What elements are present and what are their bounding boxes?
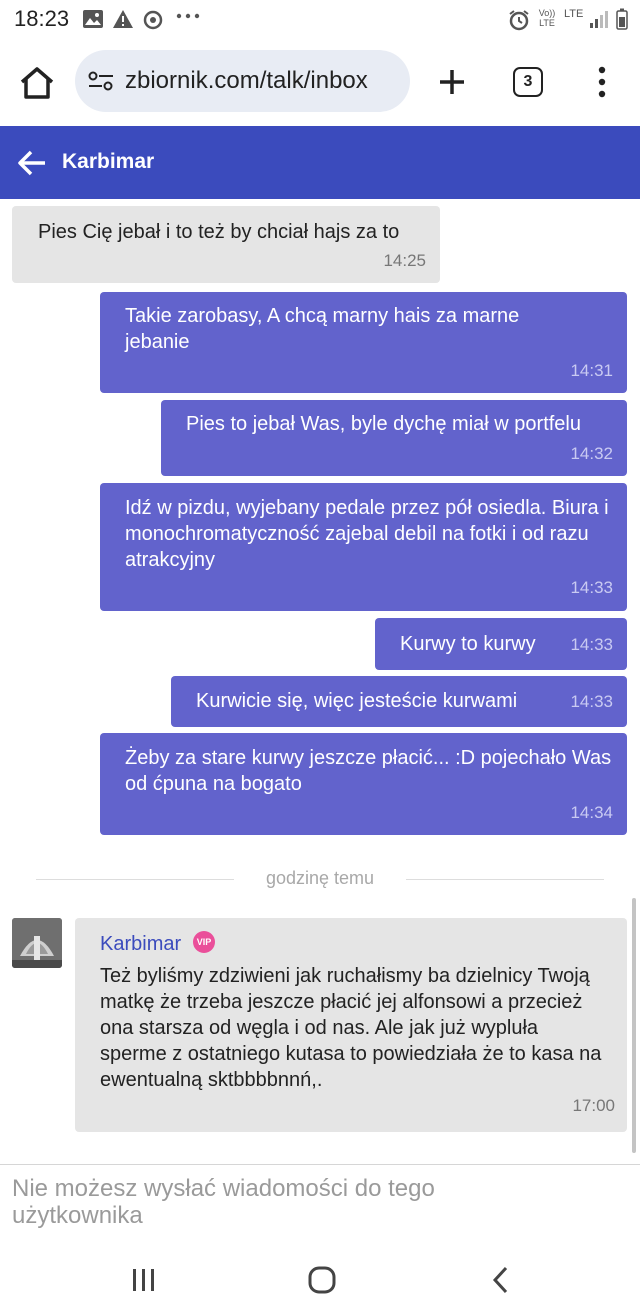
message-time: 14:31 xyxy=(570,361,613,380)
signal-icon xyxy=(588,9,610,34)
message-time: 14:33 xyxy=(570,692,613,711)
message-text: Żeby za stare kurwy jeszcze płacić... :D… xyxy=(125,747,612,795)
message-outgoing: Kurwy to kurwy 14:33 xyxy=(375,618,627,670)
message-text: Pies to jebał Was, byle dychę miał w por… xyxy=(186,413,581,435)
message-text: Idź w pizdu, wyjebany pedale przez pół o… xyxy=(125,497,609,571)
battery-icon xyxy=(616,8,628,35)
back-arrow-icon[interactable] xyxy=(16,147,48,179)
recents-icon[interactable] xyxy=(124,1264,164,1296)
incoming-message-card: Karbimar VIP Też byliśmy zdziwieni jak r… xyxy=(75,918,627,1132)
system-nav-bar xyxy=(0,1250,640,1316)
chat-title: Karbimar xyxy=(62,150,155,173)
plus-icon[interactable] xyxy=(432,62,472,102)
message-outgoing: Kurwicie się, więc jesteście kurwami 14:… xyxy=(171,676,627,727)
divider-line xyxy=(36,879,234,880)
divider-line xyxy=(406,879,604,880)
status-time: 18:23 xyxy=(14,6,70,31)
chat-header: Karbimar xyxy=(0,126,640,199)
more-dots-icon xyxy=(176,6,200,31)
message-time: 14:33 xyxy=(570,635,613,654)
message-time: 14:34 xyxy=(570,803,613,822)
message-text: Pies Cię jebał i to też by chciał hajs z… xyxy=(38,221,400,243)
message-time: 14:32 xyxy=(570,444,613,463)
home-icon[interactable] xyxy=(16,62,58,104)
composer-divider xyxy=(0,1164,640,1165)
message-outgoing: Pies to jebał Was, byle dychę miał w por… xyxy=(161,400,627,476)
composer-disabled-notice: Nie możesz wysłać wiadomości do tego uży… xyxy=(12,1175,435,1229)
vip-badge: VIP xyxy=(193,931,215,953)
message-text: Kurwicie się, więc jesteście kurwami xyxy=(196,690,518,712)
message-text: Takie zarobasy, A chcą marny hais za mar… xyxy=(125,305,520,353)
message-time: 14:25 xyxy=(383,251,426,270)
image-icon xyxy=(82,9,104,34)
message-outgoing: Takie zarobasy, A chcą marny hais za mar… xyxy=(100,292,627,393)
message-outgoing: Idź w pizdu, wyjebany pedale przez pół o… xyxy=(100,483,627,611)
message-text: Kurwy to kurwy xyxy=(400,633,536,655)
volte-indicator: Vo)) LTE xyxy=(538,8,556,28)
home-circle-icon[interactable] xyxy=(302,1264,342,1296)
lte-indicator: LTE xyxy=(564,8,584,20)
message-text: Też byliśmy zdziwieni jak ruchałismy ba … xyxy=(100,965,602,1091)
time-divider-label: godzinę temu xyxy=(265,868,375,888)
site-settings-icon[interactable] xyxy=(87,69,115,98)
tabs-icon[interactable]: 3 xyxy=(513,67,543,97)
message-time: 17:00 xyxy=(572,1096,615,1115)
back-chevron-icon[interactable] xyxy=(482,1264,522,1296)
browser-toolbar: zbiornik.com/talk/inbox 3 xyxy=(0,40,640,126)
url-text[interactable]: zbiornik.com/talk/inbox xyxy=(125,67,403,95)
message-time: 14:33 xyxy=(570,578,613,597)
scrollbar[interactable] xyxy=(632,898,636,1153)
warning-icon xyxy=(112,9,134,34)
address-bar[interactable]: zbiornik.com/talk/inbox xyxy=(75,50,410,112)
avatar[interactable] xyxy=(12,918,62,968)
sender-name[interactable]: Karbimar xyxy=(100,933,181,956)
sync-icon xyxy=(142,9,164,36)
alarm-icon xyxy=(508,9,530,36)
message-incoming: Pies Cię jebał i to też by chciał hajs z… xyxy=(12,206,440,283)
status-bar: 18:23 Vo)) LTE LTE xyxy=(0,0,640,40)
message-outgoing: Żeby za stare kurwy jeszcze płacić... :D… xyxy=(100,733,627,835)
menu-icon[interactable] xyxy=(590,62,614,102)
